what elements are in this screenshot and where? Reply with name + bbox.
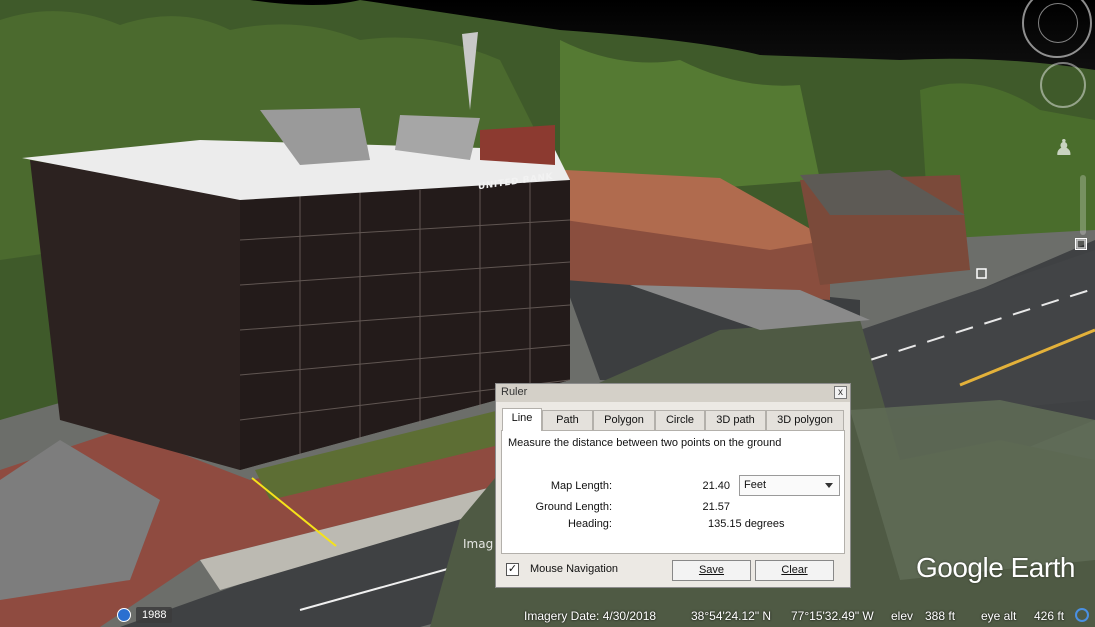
imagery-date: Imagery Date: 4/30/2018 [524, 609, 657, 623]
clear-button-label: Clear [781, 564, 808, 576]
ground-length-label: Ground Length: [535, 501, 612, 513]
tab-polygon[interactable]: Polygon [593, 410, 655, 430]
close-button[interactable]: x [834, 386, 847, 399]
save-button[interactable]: Save [672, 560, 751, 581]
mouse-navigation-label[interactable]: Mouse Navigation [530, 563, 618, 575]
ruler-description: Measure the distance between two points … [508, 437, 782, 449]
elevation-value: 388 ft [925, 609, 956, 623]
ruler-dialog: Ruler x Line Path Polygon Circle 3D path… [495, 383, 851, 588]
zoom-slider[interactable] [1080, 175, 1086, 235]
google-earth-logo: Google Earth [916, 552, 1076, 583]
image-watermark: Imag [463, 537, 494, 551]
heading-label: Heading: [567, 518, 612, 530]
clear-button[interactable]: Clear [755, 560, 834, 581]
status-indicator-icon[interactable] [1075, 608, 1089, 622]
look-joystick-control[interactable] [1040, 62, 1086, 108]
mouse-navigation-checkbox[interactable]: ✓ [506, 563, 519, 576]
tab-circle[interactable]: Circle [655, 410, 705, 430]
ruler-title: Ruler [501, 386, 528, 398]
ruler-title-bar[interactable]: Ruler x [496, 384, 850, 402]
street-view-pegman-icon[interactable]: ♟ [1054, 134, 1074, 164]
ruler-line-panel: Measure the distance between two points … [501, 430, 845, 554]
unit-select-value: Feet [744, 479, 767, 491]
eye-alt-value: 426 ft [1034, 609, 1065, 623]
eye-alt-label: eye alt [981, 609, 1017, 623]
compass-inner-control[interactable] [1038, 3, 1078, 43]
zoom-slider-knob[interactable] [1075, 238, 1087, 250]
map-length-label: Map Length: [550, 480, 612, 492]
heading-value: 135.15 degrees [708, 518, 785, 530]
ruler-tabs: Line Path Polygon Circle 3D path 3D poly… [502, 408, 846, 431]
map-length-value: 21.40 [702, 480, 730, 492]
ground-length-value: 21.57 [702, 501, 730, 513]
save-button-label: Save [698, 564, 725, 576]
latitude-readout: 38°54'24.12" N [691, 609, 772, 623]
elevation-label: elev [891, 609, 914, 623]
unit-select[interactable]: Feet [739, 475, 840, 496]
tab-3d-path[interactable]: 3D path [705, 410, 766, 430]
chevron-down-icon [825, 483, 833, 488]
status-bar: Imagery Date: 4/30/2018 38°54'24.12" N 7… [0, 606, 1095, 627]
tab-line[interactable]: Line [502, 408, 542, 431]
tab-3d-polygon[interactable]: 3D polygon [766, 410, 844, 430]
longitude-readout: 77°15'32.49" W [791, 609, 874, 623]
tab-path[interactable]: Path [542, 410, 593, 430]
